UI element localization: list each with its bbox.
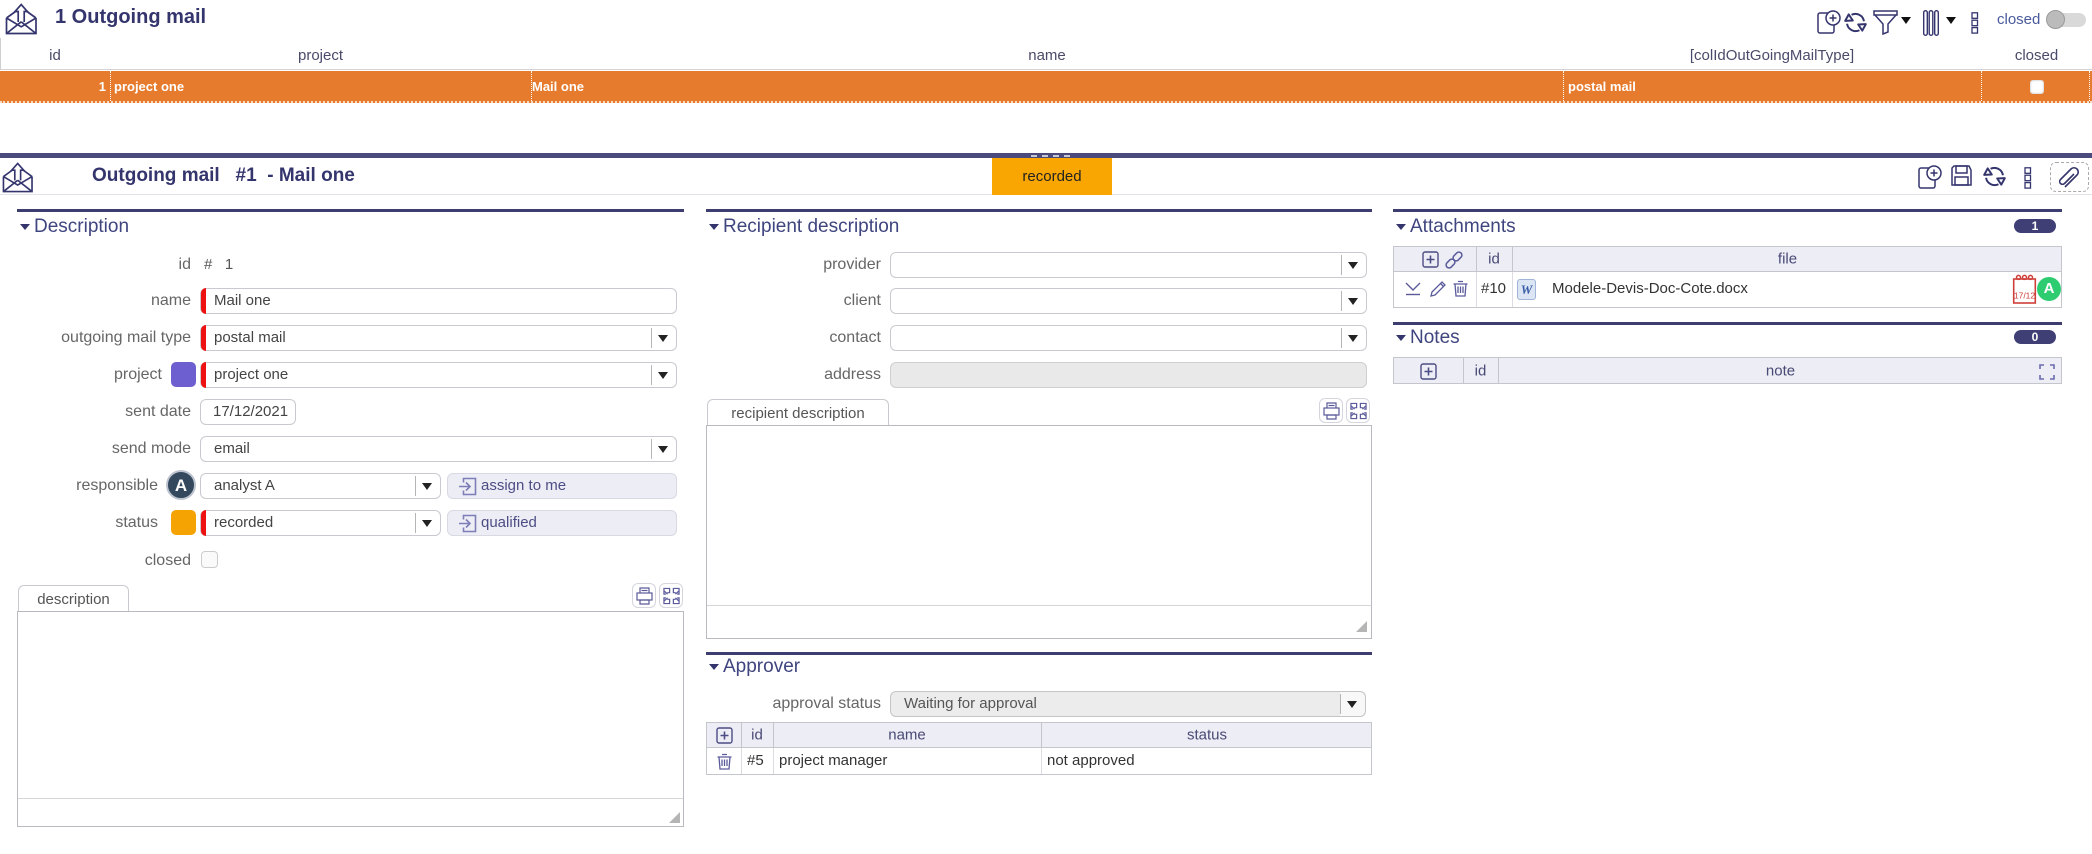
svg-text:17/12: 17/12: [2014, 291, 2036, 301]
